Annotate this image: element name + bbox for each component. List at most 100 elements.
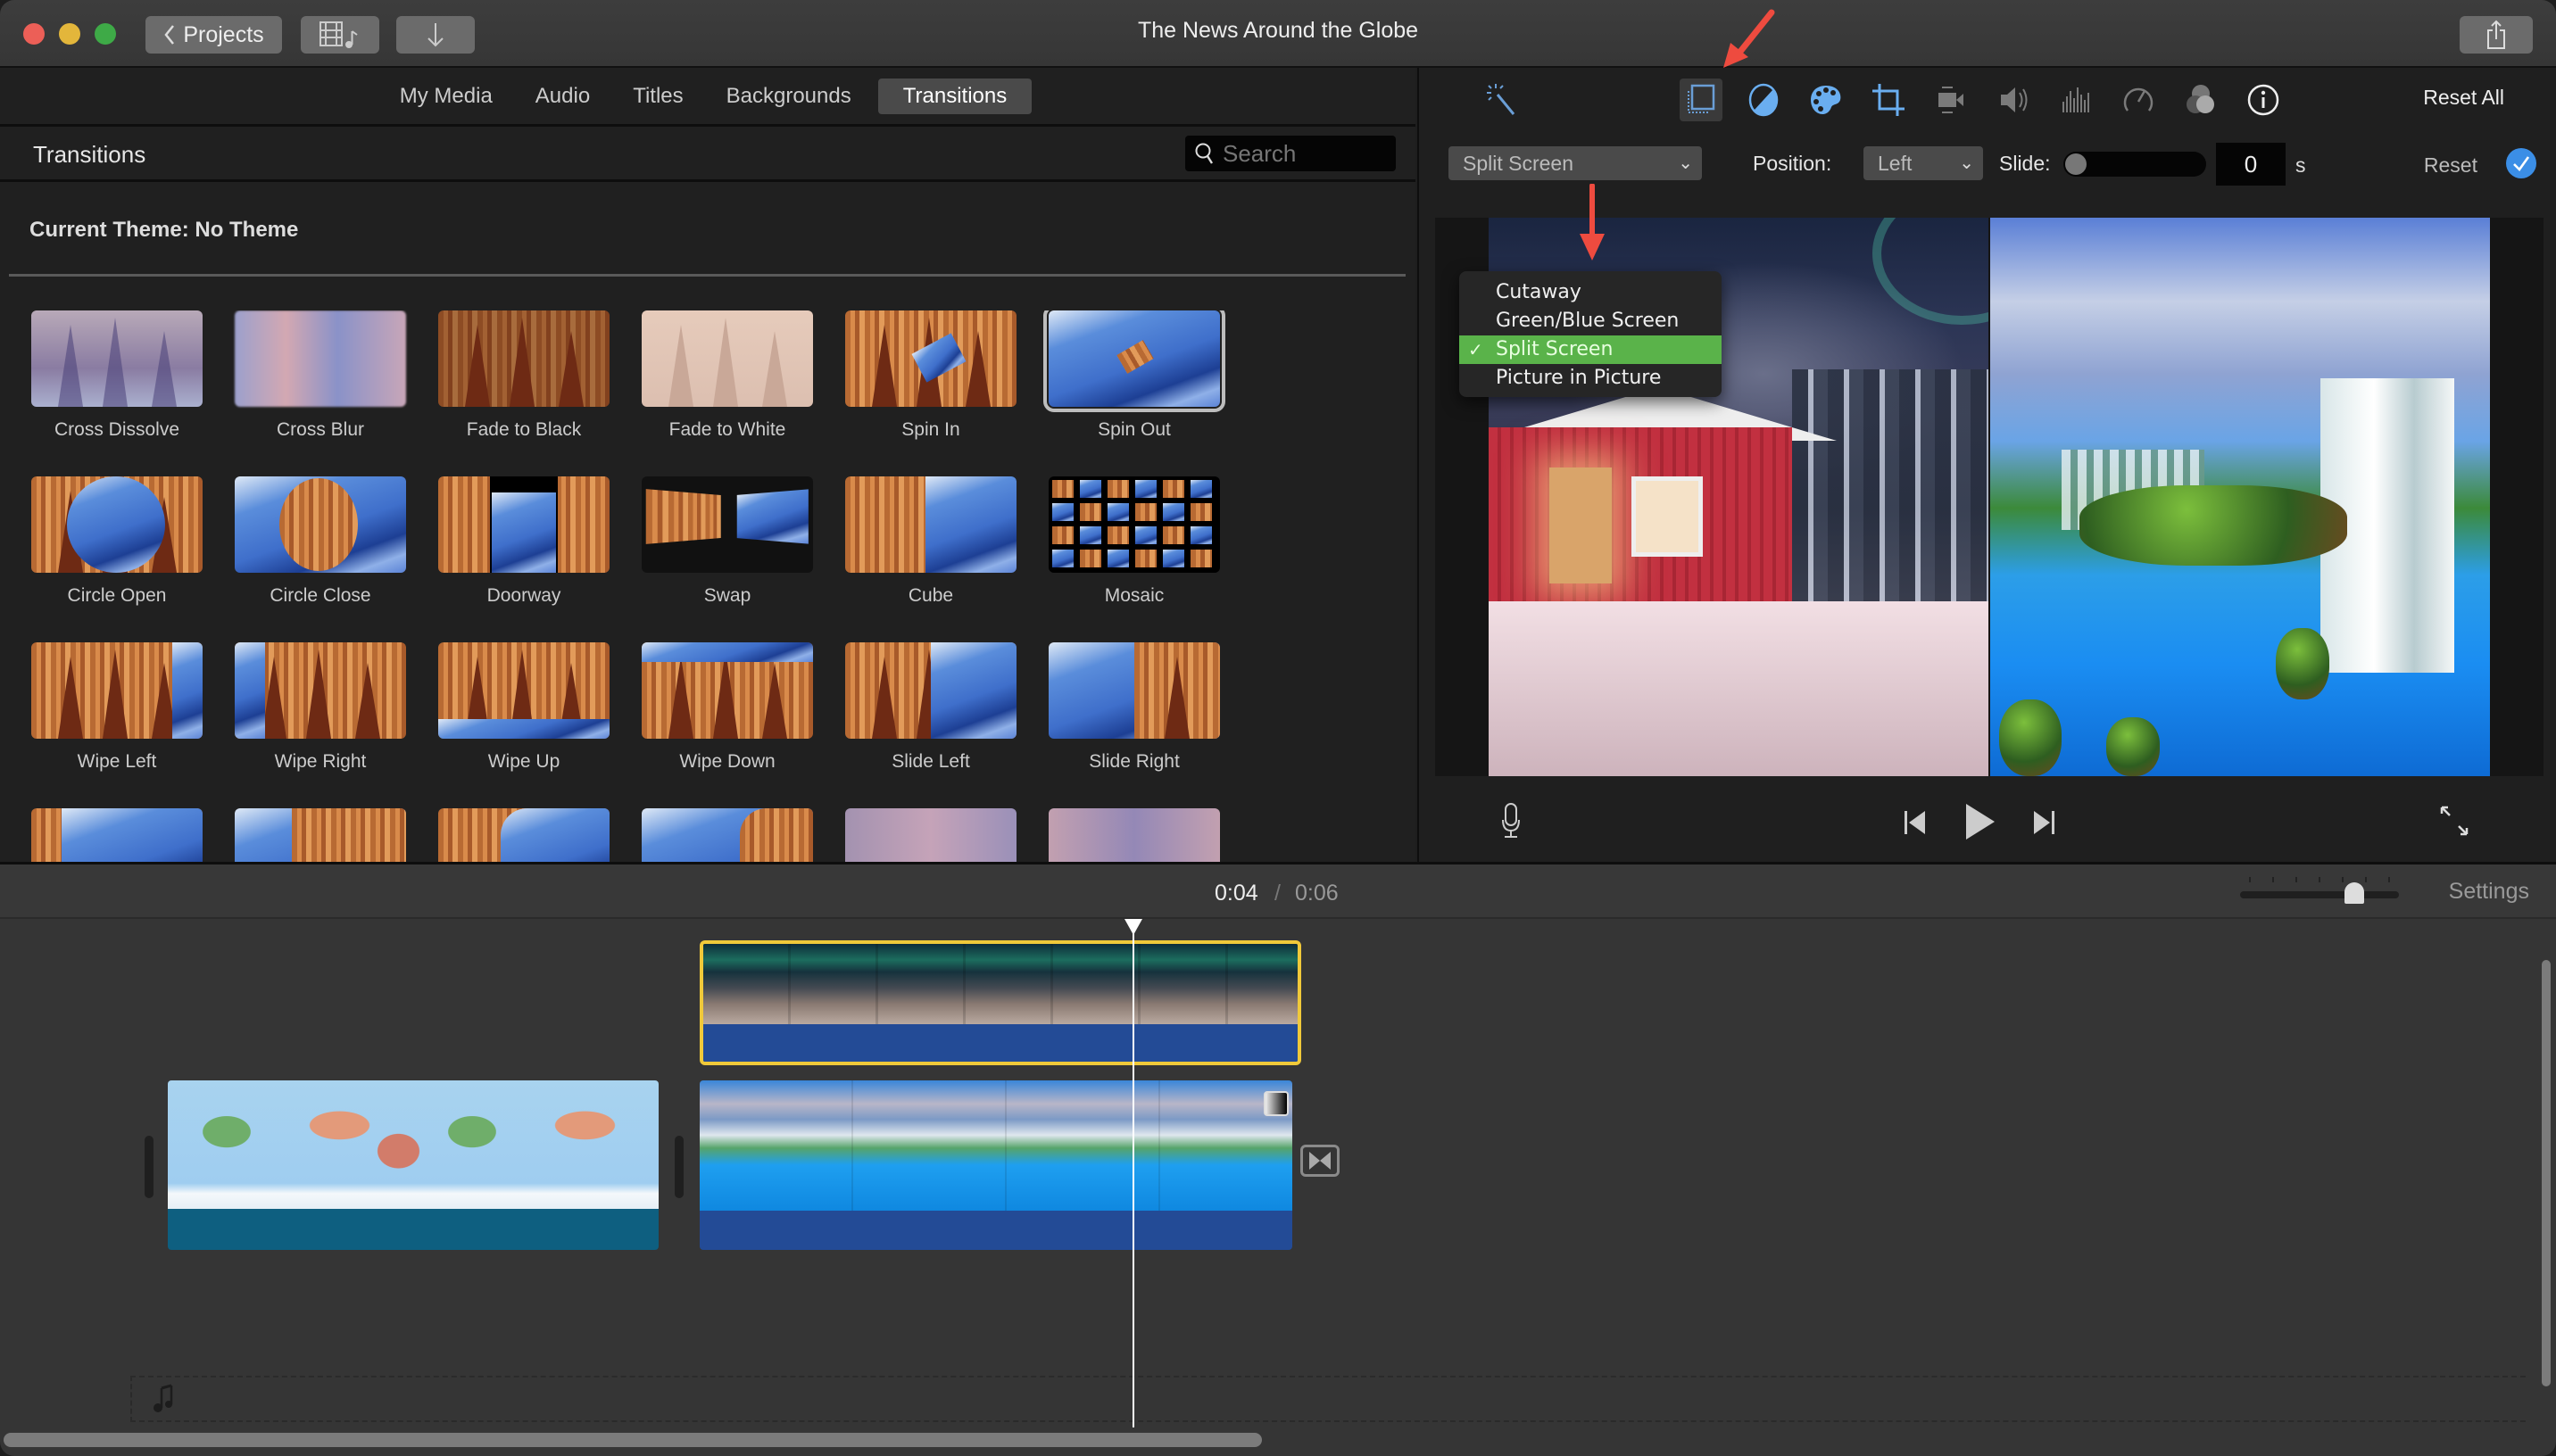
transition-tile-circle-close[interactable]: Circle Close [235,476,406,607]
apply-checkmark-button[interactable] [2506,148,2536,178]
video-overlay-icon[interactable] [1680,79,1722,121]
horizontal-scrollbar[interactable] [4,1433,1262,1447]
clip-filmstrip [700,1080,1292,1211]
clip-filter-icon[interactable] [2179,79,2222,121]
zoom-slider-knob[interactable] [2344,882,2364,904]
color-correction-icon[interactable] [1805,79,1847,121]
skip-back-icon[interactable] [1901,807,1929,839]
skip-forward-icon[interactable] [2029,807,2058,839]
play-icon[interactable] [1962,801,1997,842]
slide-slider[interactable] [2063,152,2206,177]
transition-tile-spin-in[interactable]: Spin In [845,310,1017,441]
transition-thumbnail [642,476,813,573]
transition-tile-wipe-left[interactable]: Wipe Left [31,642,203,773]
zoom-slider-tick [2388,877,2390,882]
slide-duration-field[interactable]: 0 [2216,143,2286,186]
transition-tile-doorway[interactable]: Doorway [438,476,610,607]
tab-backgrounds[interactable]: Backgrounds [710,79,867,114]
transition-label: Wipe Up [487,751,560,772]
transition-thumbnail [642,642,813,739]
transition-thumbnail [845,808,1017,862]
color-balance-icon[interactable] [1742,79,1785,121]
menu-item-picture-in-picture[interactable]: Picture in Picture [1459,364,1722,393]
transition-tile-slide-right[interactable]: Slide Right [1049,642,1220,773]
transitions-grid: Cross Dissolve Cross Blur Fade to Black Fad… [31,310,1388,862]
clip-trim-handle[interactable] [145,1136,154,1198]
stabilization-icon[interactable] [1929,79,1972,121]
menu-item-split-screen[interactable]: ✓ Split Screen [1459,335,1722,364]
transition-tile-mosaic[interactable]: Mosaic [1049,476,1220,607]
transition-tile-swap[interactable]: Swap [642,476,813,607]
position-select[interactable]: Left ⌄ [1863,146,1983,180]
main-clip-world-map[interactable] [168,1080,659,1250]
share-button[interactable] [2460,16,2533,54]
timeline-zoom-slider[interactable] [2240,877,2399,907]
chevron-down-icon: ⌄ [1959,153,1974,173]
checkmark-icon [2513,156,2530,172]
music-note-icon [154,1384,173,1412]
noise-reduction-icon[interactable] [2054,79,2097,121]
transition-tile-cross-blur[interactable]: Cross Blur [235,310,406,441]
transition-thumbnail [845,642,1017,739]
search-input[interactable] [1223,139,1383,168]
playhead[interactable] [1133,919,1134,1427]
overlay-clip-cabin[interactable] [700,940,1301,1065]
total-duration: 0:06 [1295,881,1339,906]
fullscreen-icon[interactable] [2436,803,2472,839]
transition-label: Slide Left [892,751,970,772]
clip-trim-handle[interactable] [675,1136,684,1198]
transition-tile-partial[interactable] [31,808,203,862]
transition-label: Spin In [901,419,960,440]
menu-item-cutaway[interactable]: Cutaway [1459,278,1722,307]
transition-tile-partial[interactable] [1049,808,1220,862]
transition-label: Cross Dissolve [54,419,180,440]
clip-fade-badge-icon[interactable] [1264,1091,1289,1116]
transition-thumbnail [438,642,610,739]
transition-tile-wipe-down[interactable]: Wipe Down [642,642,813,773]
transition-label: Swap [703,585,751,606]
reset-all-button[interactable]: Reset All [2423,86,2504,110]
transition-tile-partial[interactable] [845,808,1017,862]
background-music-well[interactable] [130,1376,2526,1422]
vertical-scrollbar[interactable] [2542,960,2551,1386]
tab-transitions[interactable]: Transitions [877,78,1033,114]
slide-slider-knob[interactable] [2065,153,2087,175]
timeline-header: 0:04 / 0:06 Settings [0,862,2556,919]
overlay-mode-value: Split Screen [1463,151,1574,175]
transition-tile-wipe-up[interactable]: Wipe Up [438,642,610,773]
transition-tile-cross-dissolve[interactable]: Cross Dissolve [31,310,203,441]
clip-info-icon[interactable] [2242,79,2285,121]
microphone-icon[interactable] [1498,801,1524,840]
menu-item-green-blue-screen[interactable]: Green/Blue Screen [1459,307,1722,335]
transition-thumbnail [235,476,406,573]
transition-tile-partial[interactable] [235,808,406,862]
transition-tile-fade-to-black[interactable]: Fade to Black [438,310,610,441]
speed-icon[interactable] [2117,79,2160,121]
main-clip-waterfall[interactable] [700,1080,1292,1250]
transition-tile-circle-open[interactable]: Circle Open [31,476,203,607]
transition-tile-partial[interactable] [642,808,813,862]
transition-tile-partial[interactable] [438,808,610,862]
transition-tile-slide-left[interactable]: Slide Left [845,642,1017,773]
transition-tile-spin-out[interactable]: Spin Out [1043,310,1225,441]
transition-tile-cube[interactable]: Cube [845,476,1017,607]
transition-tile-wipe-right[interactable]: Wipe Right [235,642,406,773]
transition-label: Circle Open [67,585,167,606]
transition-tile-fade-to-white[interactable]: Fade to White [642,310,813,441]
timeline-settings-button[interactable]: Settings [2449,879,2529,905]
search-field[interactable] [1185,136,1396,171]
overlay-mode-select[interactable]: Split Screen ⌄ [1448,146,1702,180]
playhead-handle[interactable] [1124,919,1142,935]
crop-icon[interactable] [1867,79,1910,121]
current-theme-label: Current Theme: No Theme [29,218,299,242]
tab-audio[interactable]: Audio [519,79,606,114]
enhance-wand-icon[interactable] [1481,79,1524,121]
volume-icon[interactable] [1992,79,2035,121]
reset-button[interactable]: Reset [2424,153,2477,178]
overlay-mode-menu: Cutaway Green/Blue Screen ✓ Split Screen … [1459,271,1722,397]
clip-audio-waveform [700,1211,1292,1250]
tab-titles[interactable]: Titles [617,79,699,114]
timeline[interactable] [0,919,2556,1456]
transition-bowtie-icon[interactable] [1300,1145,1340,1177]
tab-my-media[interactable]: My Media [384,79,509,114]
